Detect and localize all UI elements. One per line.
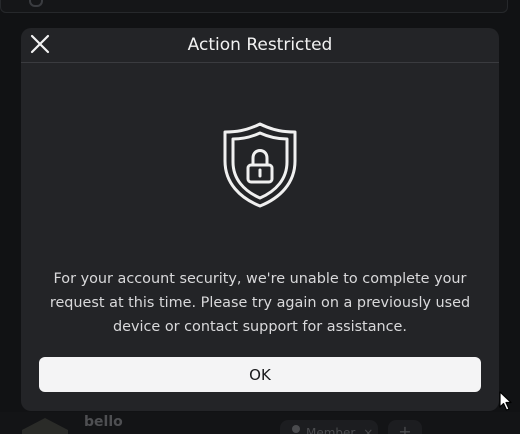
background-search-bar [0, 0, 508, 13]
dialog-title: Action Restricted [187, 35, 333, 55]
screen: bello Member × + Action Restricted For y… [0, 0, 520, 434]
search-icon [29, 0, 43, 7]
add-role-button: + [388, 420, 422, 434]
shield-lock-icon [222, 121, 298, 209]
remove-role-icon: × [363, 426, 374, 434]
dialog-header: Action Restricted [21, 28, 499, 63]
member-role-badge: Member × [280, 420, 378, 434]
dialog-message: For your account security, we're unable … [49, 271, 471, 335]
mouse-cursor-icon [499, 391, 513, 411]
member-role-label: Member [306, 426, 356, 434]
member-name: bello [84, 414, 123, 430]
ok-button[interactable]: OK [39, 357, 481, 392]
action-restricted-dialog: Action Restricted For your account secur… [21, 28, 499, 411]
user-icon [292, 425, 300, 433]
background-member-row [0, 412, 520, 434]
